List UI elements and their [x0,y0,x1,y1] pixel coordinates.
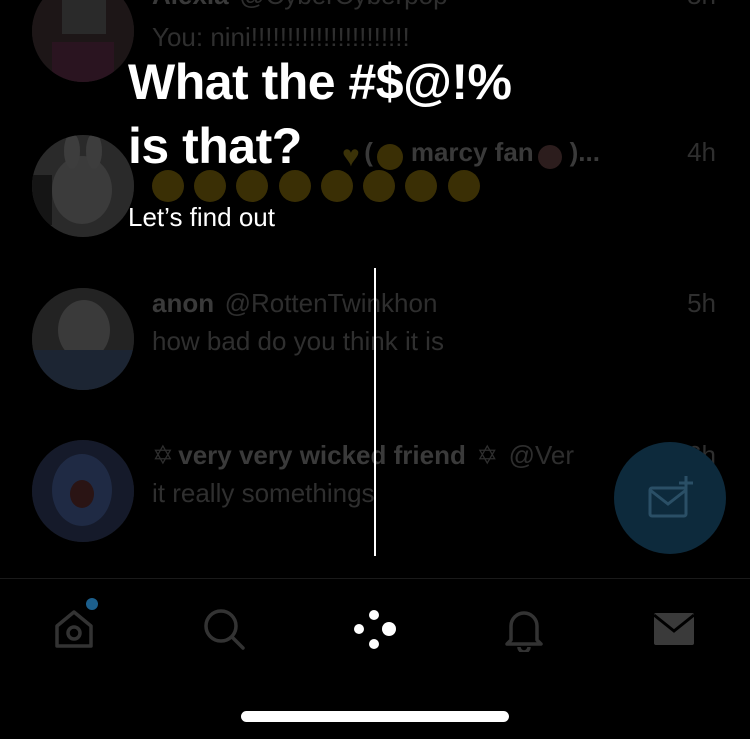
timestamp: 4h [687,137,716,167]
pentagram-icon: ✡ [476,440,499,470]
avatar [32,440,134,542]
tab-notifications[interactable] [494,599,554,659]
notification-dot [86,598,98,610]
home-icon [55,610,93,648]
avatar [32,0,134,82]
overlay-title-line2: is that? [128,118,302,174]
handle: @RottenTwinkhon [224,288,438,318]
overlay-subtitle: Let’s find out [128,202,275,232]
message-preview: how bad do you think it is [152,326,444,356]
display-name: anon [152,288,215,318]
mail-icon [653,613,695,645]
search-icon [204,609,245,650]
display-name: very very wicked friend [178,440,466,470]
compose-mail-icon [648,476,693,518]
pill-emoji-icon [538,144,563,169]
new-message-button[interactable] [614,442,726,554]
avatar [32,288,134,390]
spaces-icon [354,610,396,649]
tab-search[interactable] [194,599,254,659]
tab-messages[interactable] [644,599,704,659]
timestamp: 5h [687,288,716,318]
name-suffix: )... [569,137,600,167]
home-indicator[interactable] [241,711,509,722]
avatar [32,135,134,237]
tab-spaces[interactable] [344,599,404,659]
message-preview: it really somethings [152,478,375,508]
message-preview: You: nini!!!!!!!!!!!!!!!!!!!!!! [152,22,410,52]
handle: @Ver [508,440,574,470]
bell-icon [505,611,543,652]
tab-bar [0,578,750,679]
timestamp: 5h [687,0,716,11]
overlay-title: What the #$@!% is that? [128,50,512,178]
pentagram-icon: ✡ [152,440,174,470]
pointer-line [374,268,376,556]
overlay-title-line1: What the #$@!% [128,54,512,110]
handle: @CyberCyberpop [239,0,447,10]
display-name: Alexia [152,0,229,10]
